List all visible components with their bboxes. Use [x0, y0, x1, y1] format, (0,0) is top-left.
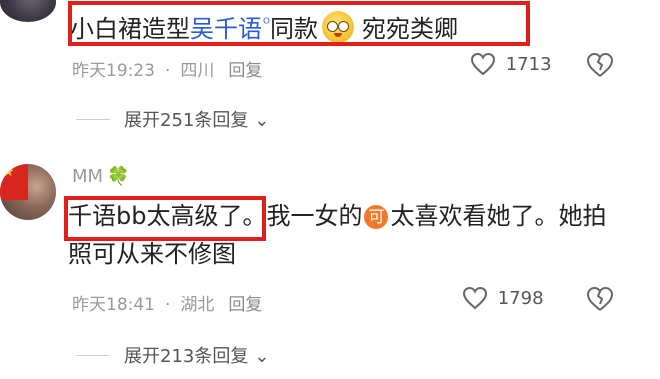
comment-2-highlighted: 千语bb太高级了 — [68, 202, 243, 230]
meta-separator: · — [165, 295, 171, 315]
comment-1-location: 四川 — [180, 61, 215, 81]
comment-1-suffix: 宛宛类卿 — [361, 15, 458, 43]
search-marker-icon[interactable]: ᴼ — [263, 16, 270, 32]
chevron-down-icon[interactable]: ⌄ — [254, 110, 269, 131]
ke-badge-icon: 可 — [364, 205, 389, 229]
broken-heart-icon[interactable] — [586, 286, 614, 316]
comment-2-expand-label[interactable]: 展开213条回复 — [124, 346, 248, 367]
comment-1-expand-replies[interactable]: 展开251条回复 ⌄ — [76, 106, 269, 132]
comment-2-time: 昨天18:41 — [72, 295, 155, 315]
broken-heart-icon[interactable] — [586, 52, 614, 82]
commenter-avatar-1[interactable] — [0, 0, 56, 22]
smiling-emoji-icon — [321, 11, 354, 43]
comment-1-name-link[interactable]: 吴千语 — [190, 15, 262, 43]
chevron-down-icon[interactable]: ⌄ — [254, 346, 269, 367]
heart-icon[interactable] — [462, 286, 494, 310]
comment-2-text: 千语bb太高级了。我一女的可太喜欢看她了。她拍照可从来不修图 — [68, 197, 628, 273]
comment-2-rest-1: 。我一女的 — [242, 202, 363, 230]
comment-1-like-count: 1713 — [505, 54, 552, 75]
divider-line — [76, 119, 110, 120]
comment-1-expand-label[interactable]: 展开251条回复 — [124, 110, 248, 131]
comment-2-like-button[interactable]: 1798 — [462, 286, 544, 310]
comment-2-user[interactable]: MM 🍀 — [72, 166, 129, 187]
meta-separator: · — [165, 61, 171, 81]
flag-icon — [0, 164, 28, 200]
comment-2-like-count: 1798 — [497, 288, 544, 309]
comment-1-reply-button[interactable]: 回复 — [228, 61, 262, 81]
commenter-avatar-2[interactable] — [0, 164, 56, 220]
comment-1-text: 小白裙造型吴千语ᴼ同款 宛宛类卿 — [70, 4, 530, 44]
comment-2-reply-button[interactable]: 回复 — [228, 295, 262, 315]
comment-2-location: 湖北 — [180, 295, 215, 315]
divider-line — [76, 355, 110, 356]
comment-1-prefix: 小白裙造型 — [70, 15, 190, 43]
clover-badge-icon: 🍀 — [107, 166, 130, 187]
comment-1-time: 昨天19:23 — [72, 61, 155, 81]
comment-1-like-button[interactable]: 1713 — [470, 52, 552, 76]
comment-2-expand-replies[interactable]: 展开213条回复 ⌄ — [76, 342, 269, 368]
comment-1-meta: 昨天19:23 · 四川 回复 — [72, 56, 262, 81]
heart-icon[interactable] — [470, 52, 502, 76]
comment-2-meta: 昨天18:41 · 湖北 回复 — [72, 290, 262, 315]
comment-1-after-link: 同款 — [269, 15, 318, 43]
comment-2-username[interactable]: MM — [72, 166, 103, 187]
